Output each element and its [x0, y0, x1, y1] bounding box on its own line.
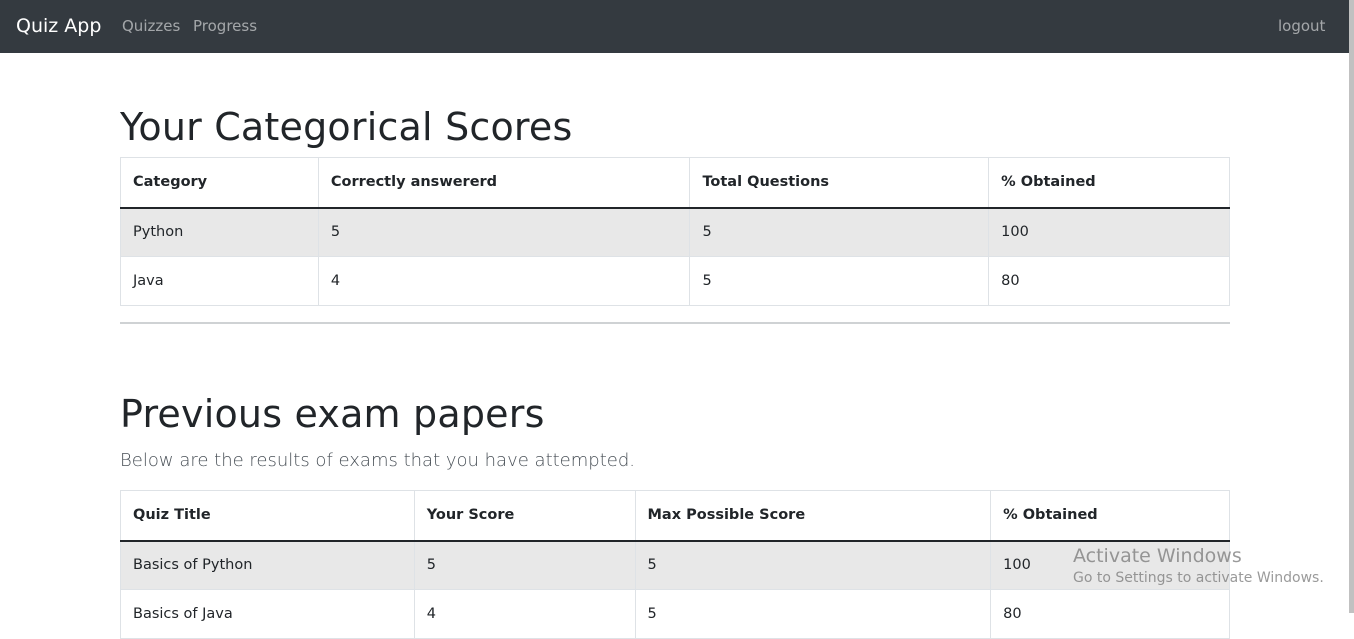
table-cell: 5 [689, 256, 990, 306]
table-cell: 4 [317, 256, 691, 306]
page-scrollbar[interactable] [1349, 0, 1354, 613]
column-header: % Obtained [988, 157, 1230, 209]
scrollbar-thumb[interactable] [1349, 0, 1354, 613]
top-navbar: Quiz App Quizzes Progress logout [0, 0, 1349, 53]
table-cell: Python [120, 207, 319, 257]
activate-windows-watermark: Activate Windows Go to Settings to activ… [1073, 544, 1324, 588]
table-row: Basics of Java 4 5 80 [120, 589, 1230, 639]
categorical-scores-title: Your Categorical Scores [120, 105, 573, 149]
column-header: Total Questions [689, 157, 990, 209]
column-header: Category [120, 157, 319, 209]
logout-link[interactable]: logout [1278, 15, 1325, 37]
table-cell: 4 [413, 589, 636, 639]
brand-link[interactable]: Quiz App [16, 13, 101, 39]
table-cell: Basics of Java [120, 589, 415, 639]
categorical-scores-table: Category Correctly answererd Total Quest… [120, 157, 1230, 306]
nav-progress-link[interactable]: Progress [193, 15, 257, 37]
table-cell: 5 [413, 540, 636, 590]
previous-exams-subtitle: Below are the results of exams that you … [120, 450, 635, 471]
table-cell: 5 [634, 589, 992, 639]
column-header: Correctly answererd [317, 157, 691, 209]
table-cell: 5 [689, 207, 990, 257]
table-row: Java 4 5 80 [120, 256, 1230, 306]
table-row: Python 5 5 100 [120, 207, 1230, 257]
nav-quizzes-link[interactable]: Quizzes [122, 15, 180, 37]
table-cell: 5 [317, 207, 691, 257]
table-row: Basics of Python 5 5 100 [120, 540, 1230, 590]
watermark-line: Activate Windows [1073, 545, 1242, 567]
column-header: Max Possible Score [634, 490, 992, 542]
column-header: % Obtained [990, 490, 1230, 542]
column-header: Quiz Title [120, 490, 415, 542]
table-cell: Java [120, 256, 319, 306]
watermark-line: Go to Settings to activate Windows. [1073, 570, 1324, 586]
previous-exams-table: Quiz Title Your Score Max Possible Score… [120, 490, 1230, 639]
table-cell: 100 [988, 207, 1230, 257]
section-divider [120, 322, 1230, 324]
column-header: Your Score [413, 490, 636, 542]
table-header-row: Category Correctly answererd Total Quest… [120, 157, 1230, 209]
table-header-row: Quiz Title Your Score Max Possible Score… [120, 490, 1230, 542]
table-cell: 80 [988, 256, 1230, 306]
table-cell: 5 [634, 540, 992, 590]
table-cell: Basics of Python [120, 540, 415, 590]
table-cell: 80 [990, 589, 1230, 639]
previous-exams-title: Previous exam papers [120, 392, 545, 436]
